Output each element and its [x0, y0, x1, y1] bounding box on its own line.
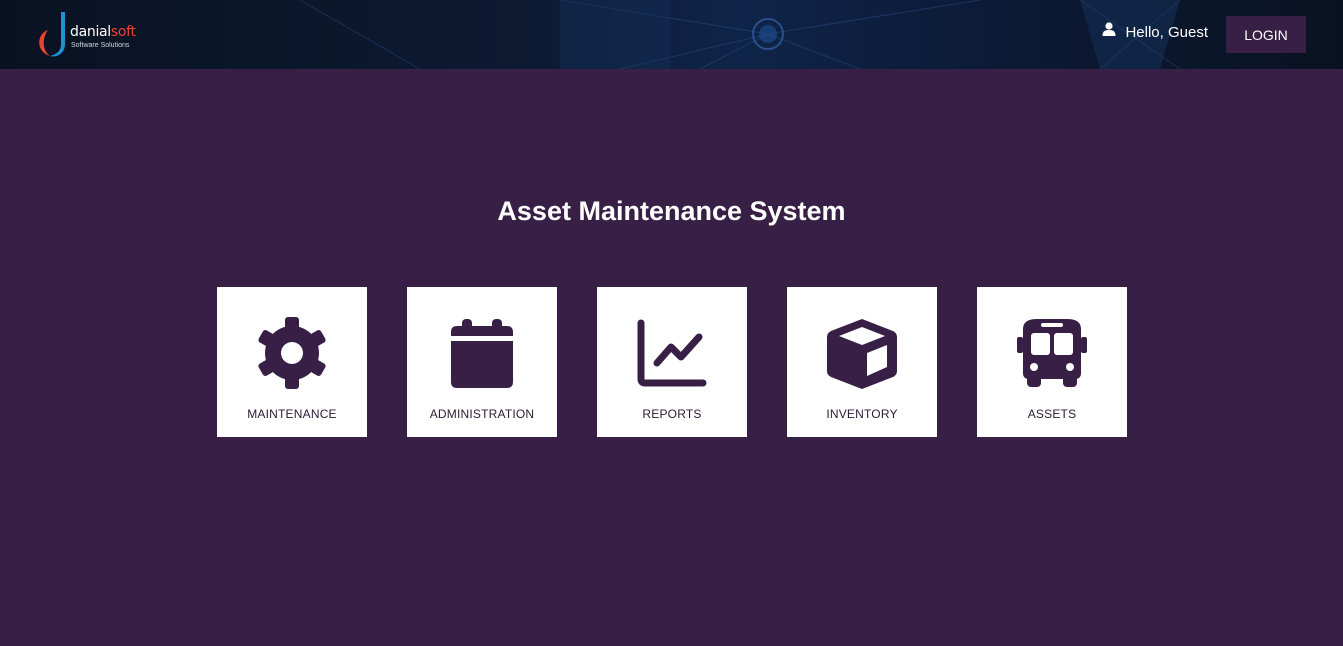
box-icon	[827, 319, 897, 389]
tile-label: INVENTORY	[826, 407, 898, 421]
logo-mark-icon	[39, 12, 65, 57]
logo-tagline: Software Solutions	[71, 42, 130, 49]
user-icon	[1102, 22, 1116, 36]
logo-wordmark: danialsoft	[70, 24, 136, 40]
tile-inventory[interactable]: INVENTORY	[787, 287, 937, 437]
logo-wordmark-part2: soft	[110, 24, 136, 40]
tile-reports[interactable]: REPORTS	[597, 287, 747, 437]
line-chart-icon	[637, 319, 707, 387]
greeting-text: Hello, Guest	[1125, 24, 1208, 41]
gear-icon	[258, 317, 326, 389]
danialsoft-logo[interactable]: danialsoft Software Solutions	[34, 10, 154, 58]
tile-label: ADMINISTRATION	[429, 407, 535, 421]
calendar-icon	[451, 319, 513, 388]
module-tiles: MAINTENANCE ADMINISTRATION REPORTS INVEN…	[217, 287, 1127, 437]
bus-icon	[1017, 319, 1087, 387]
top-navbar: danialsoft Software Solutions Hello, Gue…	[0, 0, 1343, 69]
tile-maintenance[interactable]: MAINTENANCE	[217, 287, 367, 437]
tile-label: REPORTS	[642, 407, 702, 421]
user-greeting: Hello, Guest	[1102, 22, 1208, 41]
page-title: Asset Maintenance System	[497, 196, 846, 226]
tile-administration[interactable]: ADMINISTRATION	[407, 287, 557, 437]
tile-label: MAINTENANCE	[247, 407, 337, 421]
tile-label: ASSETS	[1027, 407, 1077, 421]
tile-assets[interactable]: ASSETS	[977, 287, 1127, 437]
login-button[interactable]: LOGIN	[1226, 16, 1306, 53]
logo-wordmark-part1: danial	[70, 24, 111, 40]
